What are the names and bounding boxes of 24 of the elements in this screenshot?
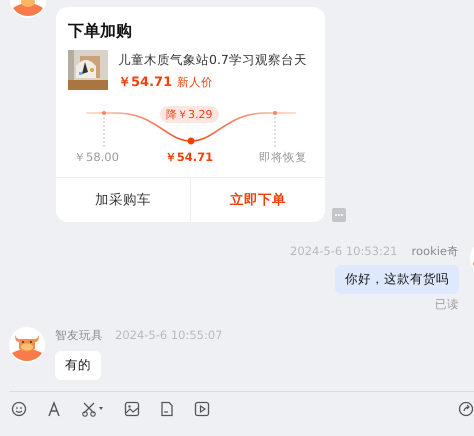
card-title: 下单加购 (67, 20, 133, 42)
message-bubble: 你好，这款有货吗 (335, 265, 459, 294)
message-time: 2024-5-6 10:53:21 (290, 244, 398, 259)
message-time: 2024-5-6 10:55:07 (115, 328, 223, 343)
product-price: ￥54.71 (118, 74, 172, 91)
emoji-icon[interactable] (11, 401, 27, 417)
video-icon[interactable] (194, 401, 210, 417)
sender-name: 智友玩具 (55, 328, 103, 343)
price-point-label: ￥54.71 (164, 150, 214, 165)
price-point-label: 即将恢复 (258, 150, 307, 165)
font-icon[interactable] (46, 401, 62, 417)
order-now-button[interactable]: 立即下单 (190, 178, 325, 222)
price-point-label: ￥58.00 (74, 150, 119, 165)
scissors-icon[interactable] (81, 401, 105, 417)
avatar (9, 327, 45, 363)
read-status: 已读 (435, 297, 459, 312)
discount-badge: 降￥3.29 (160, 106, 218, 123)
image-icon[interactable] (124, 401, 140, 417)
sender-name: rookie奇 (412, 244, 459, 259)
message-bubble: 有的 (55, 351, 101, 380)
product-name: 儿童木质气象站0.7学习观察台天 (118, 52, 307, 69)
price-tag: 新人价 (177, 75, 214, 90)
file-icon[interactable] (159, 401, 175, 417)
share-icon[interactable] (458, 401, 474, 417)
